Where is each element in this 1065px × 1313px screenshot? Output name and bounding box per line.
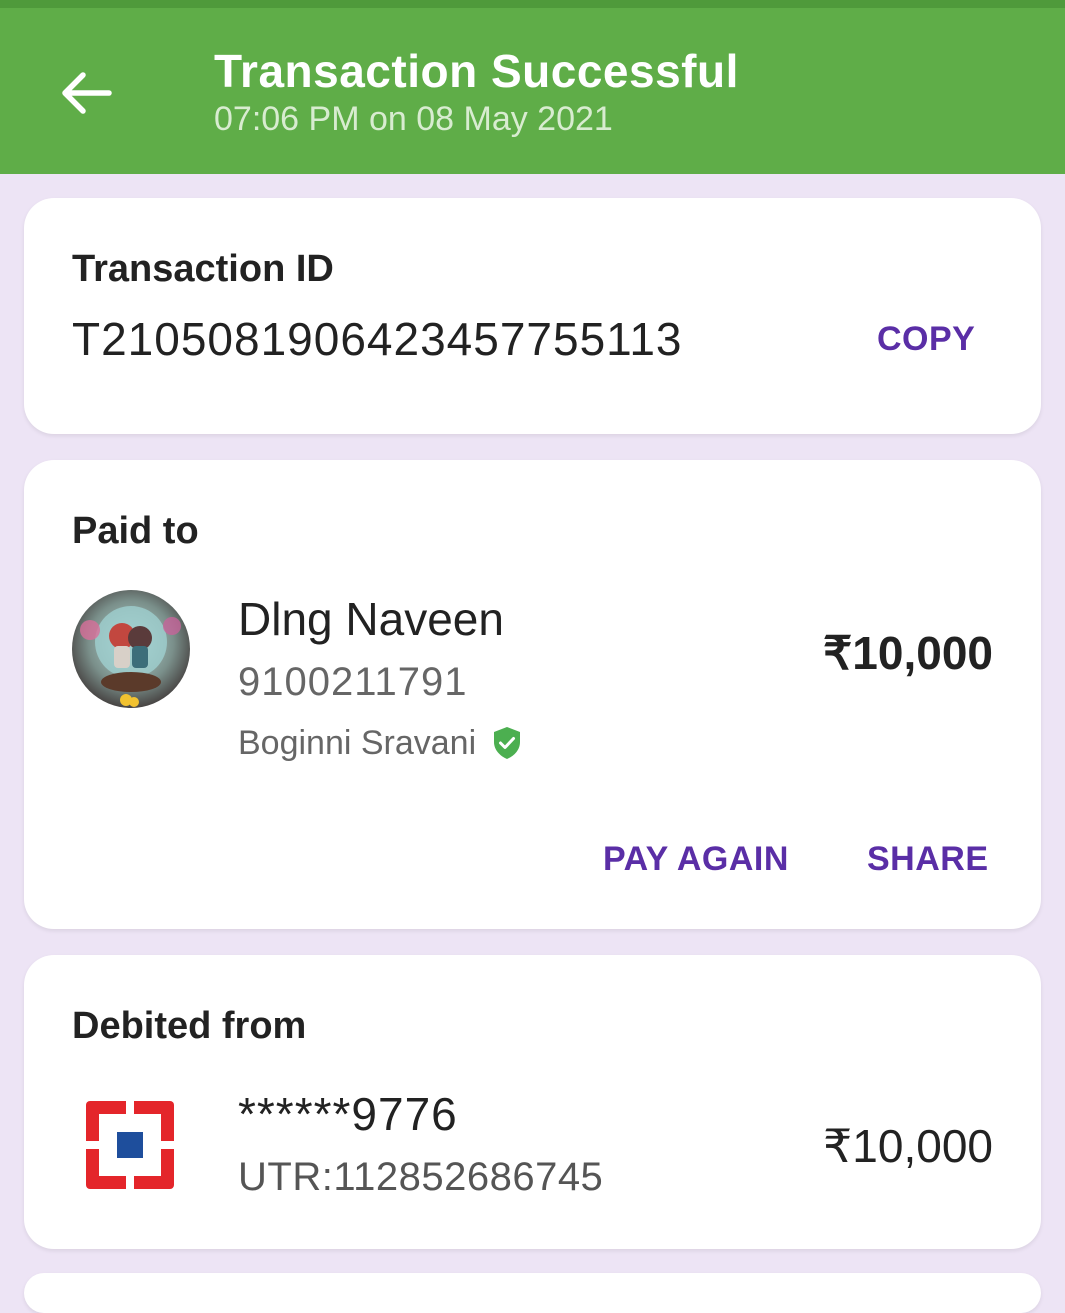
debited-from-label: Debited from: [72, 1005, 307, 1047]
transaction-id-value: T2105081906423457755113: [72, 313, 683, 365]
status-bar-strip: [0, 0, 1065, 8]
avatar: [72, 590, 190, 708]
app-header: Transaction Successful 07:06 PM on 08 Ma…: [0, 8, 1065, 174]
payee-bank-name: Boginni Sravani: [238, 724, 477, 762]
payee-name: Dlng Naveen: [238, 593, 504, 645]
next-card-partial: [24, 1273, 1041, 1313]
debited-amount: ₹10,000: [823, 1120, 993, 1172]
paid-amount: ₹10,000: [823, 627, 993, 679]
back-button[interactable]: [50, 58, 120, 128]
share-button[interactable]: SHARE: [867, 840, 989, 879]
hdfc-bank-logo-icon: [86, 1101, 174, 1189]
page-title: Transaction Successful: [214, 45, 739, 97]
paid-to-label: Paid to: [72, 510, 199, 552]
paid-to-card: Paid to Dlng Naveen 9100211791 Boginni S…: [24, 460, 1041, 929]
transaction-id-label: Transaction ID: [72, 248, 334, 290]
debit-account-number: ******9776: [238, 1088, 458, 1140]
verified-shield-icon: [494, 727, 520, 759]
transaction-id-card: Transaction ID T2105081906423457755113 C…: [24, 198, 1041, 434]
payee-phone: 9100211791: [238, 660, 468, 704]
arrow-left-icon: [62, 72, 112, 114]
transaction-timestamp: 07:06 PM on 08 May 2021: [214, 100, 613, 138]
pay-again-button[interactable]: PAY AGAIN: [603, 840, 789, 879]
copy-button[interactable]: COPY: [877, 320, 975, 359]
debited-from-card: Debited from ******9776 UTR:112852686745…: [24, 955, 1041, 1249]
utr-number: UTR:112852686745: [238, 1155, 604, 1199]
